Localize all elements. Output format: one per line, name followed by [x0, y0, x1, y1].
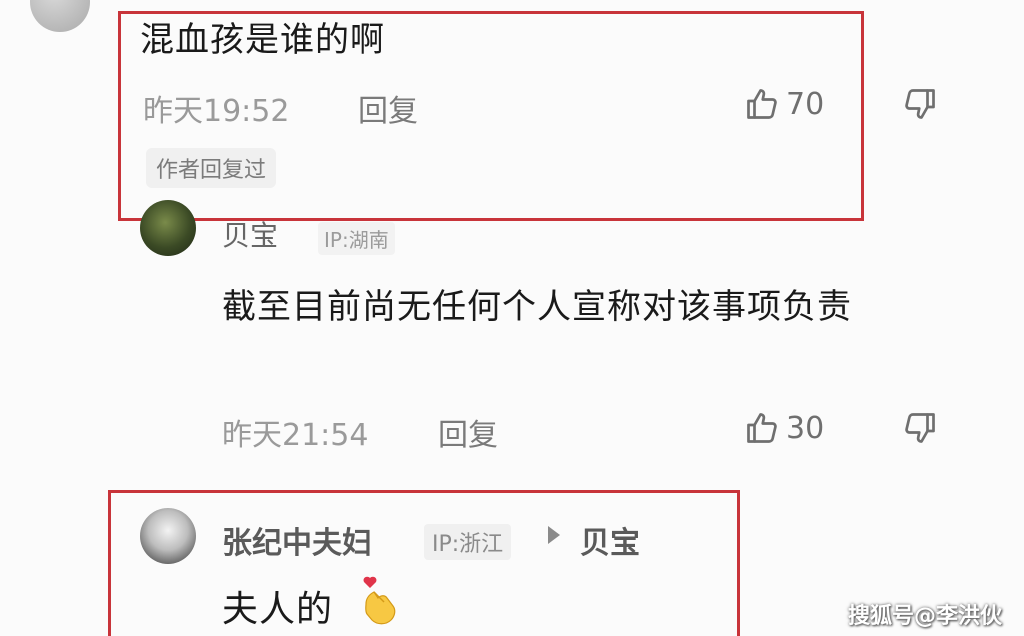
watermark: 搜狐号@李洪伙	[847, 604, 1002, 629]
like-button[interactable]: 30	[744, 410, 824, 446]
highlight-box	[108, 490, 740, 636]
dislike-button[interactable]	[902, 410, 938, 446]
comment-timestamp: 昨天19:52	[143, 94, 290, 129]
username[interactable]: 贝宝	[222, 214, 278, 254]
reply-button[interactable]: 回复	[358, 86, 418, 130]
user-avatar[interactable]	[30, 0, 90, 32]
thumbs-up-icon	[744, 86, 780, 122]
dislike-button[interactable]	[902, 86, 938, 122]
comment-text: 夫人的	[222, 589, 334, 630]
comment-text: 混血孩是谁的啊	[140, 20, 385, 60]
comment-thread: 混血孩是谁的啊 昨天19:52 回复 70 作者回复过 贝宝 IP:湖南 截至目…	[0, 0, 1024, 636]
like-button[interactable]: 70	[744, 86, 824, 122]
finger-heart-emoji-icon	[363, 576, 396, 625]
thumbs-down-icon	[902, 410, 938, 446]
thumbs-up-icon	[744, 410, 780, 446]
reply-button[interactable]: 回复	[438, 410, 498, 454]
username[interactable]: 张纪中夫妇	[222, 518, 372, 562]
like-count: 30	[786, 410, 825, 446]
comment-text: 截至目前尚无任何个人宣称对该事项负责	[222, 287, 852, 327]
ip-location: IP:浙江	[424, 524, 512, 560]
thumbs-down-icon	[902, 86, 938, 122]
user-avatar[interactable]	[140, 508, 196, 564]
comment-timestamp: 昨天21:54	[222, 418, 369, 453]
reply-target-username[interactable]: 贝宝	[580, 518, 640, 562]
ip-location: IP:湖南	[318, 222, 395, 255]
author-replied-badge: 作者回复过	[146, 148, 277, 188]
user-avatar[interactable]	[140, 200, 196, 256]
reply-arrow-icon	[548, 526, 560, 544]
like-count: 70	[786, 86, 825, 122]
